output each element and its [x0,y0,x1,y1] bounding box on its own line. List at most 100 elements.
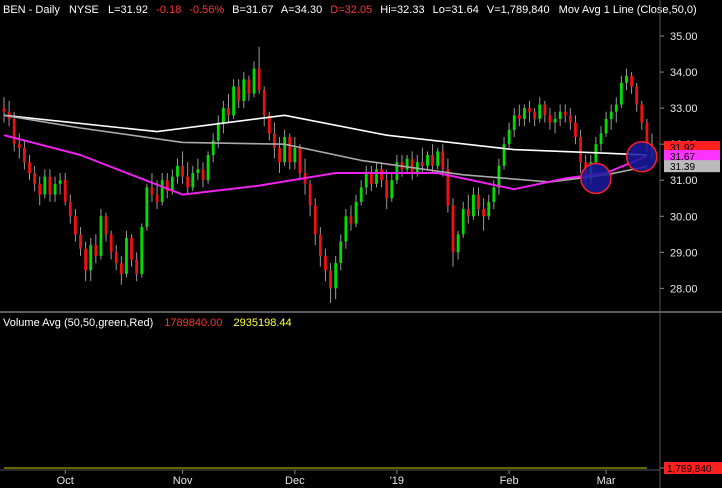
candle-body [487,201,491,217]
candle-body [170,176,174,192]
volume-tag-label: 1,789,840 [667,464,712,475]
candle-body [512,115,516,130]
volume-value-2: 2935198.44 [233,317,291,329]
candle-body [553,118,557,123]
candle-body [482,209,486,217]
volume-value-1: 1789840.00 [164,317,222,329]
candle-body [242,79,246,101]
candle-body [293,147,297,163]
candle-body [186,176,190,188]
candle-body [410,158,414,174]
candle-body [53,183,57,195]
candle-body [262,90,266,116]
candle-body [23,147,26,163]
candle-body [507,129,511,145]
volume-readout: V=1,789,840 [487,4,550,16]
candle-body [232,86,236,116]
date-axis[interactable]: Oct Nov Dec '19 Feb Mar [57,470,616,487]
candle-body [390,180,394,199]
candle-body [344,216,348,242]
candle-body [227,108,230,116]
price-tick-label: 28.00 [670,283,698,295]
highlight-circle [580,162,612,195]
candle-body [130,237,133,260]
study-label: Mov Avg 1 Line (Close,50,0) [559,4,697,16]
candle-body [48,176,52,195]
candle-body [477,194,480,210]
moving-average-lines [3,114,648,196]
candle-body [614,104,618,112]
candle-body [135,259,139,274]
price-tick-label: 35.00 [670,31,698,43]
price-tags: 31.9231.6731.39 [664,141,720,173]
candle-body [558,111,562,119]
candle-body [380,169,383,181]
candle-body [63,180,67,202]
pct-change: -0.56% [189,4,224,16]
candle-body [369,173,373,184]
candle-body [619,82,623,105]
candle-body [160,180,164,202]
candle-body [461,209,465,235]
candle-body [43,176,47,195]
candle-body [28,162,31,174]
candle-body [125,237,128,274]
candle-body [574,122,577,137]
date-tick-label: '19 [390,475,404,487]
candle-body [426,154,429,166]
date-tick-label: Nov [173,475,193,487]
candle-body [538,104,542,119]
candle-body [283,136,287,163]
candle-body [298,147,302,174]
candle-body [563,111,567,116]
candle-body [517,115,521,119]
candle-body [324,255,327,271]
highlight-circle [626,141,658,173]
stock-chart: BEN - Daily NYSE L=31.92 -0.18 -0.56% B=… [0,0,722,488]
price-tick-label: 31.00 [670,175,698,187]
price-tag-label: 31.39 [670,162,695,173]
candle-body [201,169,205,181]
moving-average-magenta [3,134,648,196]
candle-body [385,180,389,199]
candle-body [247,79,251,94]
candle-body [492,187,496,202]
candle-body [329,270,332,289]
candle-body [604,118,608,134]
candle-body [237,86,241,101]
candle-body [640,104,644,123]
candle-body [625,75,628,83]
candle-body [456,234,460,253]
candle-body [38,183,42,195]
candle-body [375,169,378,184]
candle-body [523,108,526,119]
candle-body [313,205,317,235]
candle-body [94,245,98,256]
candle-body [58,180,62,184]
candle-body [533,111,537,119]
d-value: D=32.05 [330,4,372,16]
hi-price: Hi=32.33 [380,4,424,16]
candle-body [2,108,6,112]
candle-body [466,209,470,217]
candle-body [119,263,123,274]
candle-body [349,216,353,224]
candle-body [364,173,368,188]
candle-body [221,108,225,123]
interval: Daily [35,4,60,16]
price-tick-label: 30.00 [670,211,698,223]
volume-header: Volume Avg (50,50,green,Red) 1789840.00 … [3,317,292,329]
lo-price: Lo=31.64 [433,4,479,16]
interval-sep: - [29,4,36,16]
candle-body [74,216,77,235]
candle-body [176,165,179,177]
candle-body [431,154,435,166]
candle-body [288,136,292,163]
candle-body [68,201,72,217]
candle-body [472,194,475,217]
candle-body [543,104,547,116]
candle-body [33,173,37,184]
date-tick-label: Oct [57,475,74,487]
candle-body [497,165,501,188]
chart-header: BEN - Daily NYSE L=31.92 -0.18 -0.56% B=… [3,4,697,16]
